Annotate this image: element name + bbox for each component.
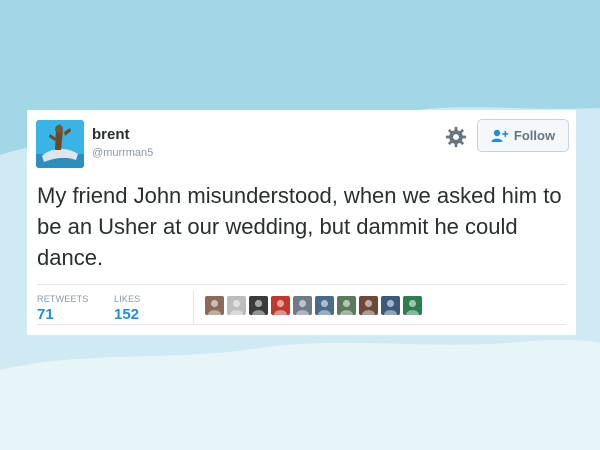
retweets-label: RETWEETS <box>37 294 89 304</box>
likes-label: LIKES <box>114 294 141 304</box>
liker-avatar[interactable] <box>227 296 246 315</box>
follow-label: Follow <box>513 128 556 143</box>
liker-avatar[interactable] <box>249 296 268 315</box>
gear-icon[interactable] <box>445 126 467 148</box>
liker-avatar[interactable] <box>359 296 378 315</box>
stats-divider-bottom <box>37 324 566 325</box>
profile-avatar[interactable] <box>36 120 84 168</box>
liker-avatar[interactable] <box>337 296 356 315</box>
stats-divider-top <box>37 284 566 285</box>
add-user-icon <box>491 129 509 142</box>
liker-avatar[interactable] <box>293 296 312 315</box>
avatar-image <box>36 120 84 168</box>
liker-avatar[interactable] <box>315 296 334 315</box>
liker-avatar[interactable] <box>381 296 400 315</box>
liker-avatar[interactable] <box>403 296 422 315</box>
stats-separator <box>193 291 194 324</box>
retweets-count[interactable]: 71 <box>37 306 54 323</box>
liker-avatars <box>205 296 422 315</box>
liker-avatar[interactable] <box>271 296 290 315</box>
tweet-text: My friend John misunderstood, when we as… <box>37 183 562 270</box>
likes-count[interactable]: 152 <box>114 306 139 323</box>
follow-button[interactable]: Follow <box>477 119 569 152</box>
liker-avatar[interactable] <box>205 296 224 315</box>
tweet-card: brent @murrman5 Follow My friend John mi… <box>27 110 576 335</box>
user-handle[interactable]: @murrman5 <box>92 147 153 159</box>
display-name[interactable]: brent <box>92 126 130 143</box>
